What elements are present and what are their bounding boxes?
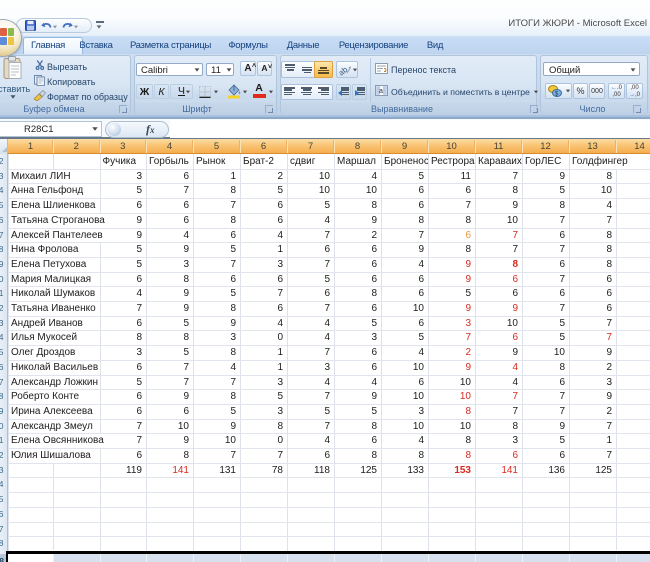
svg-text:ab: ab	[338, 65, 350, 76]
svg-text:а: а	[379, 88, 383, 95]
